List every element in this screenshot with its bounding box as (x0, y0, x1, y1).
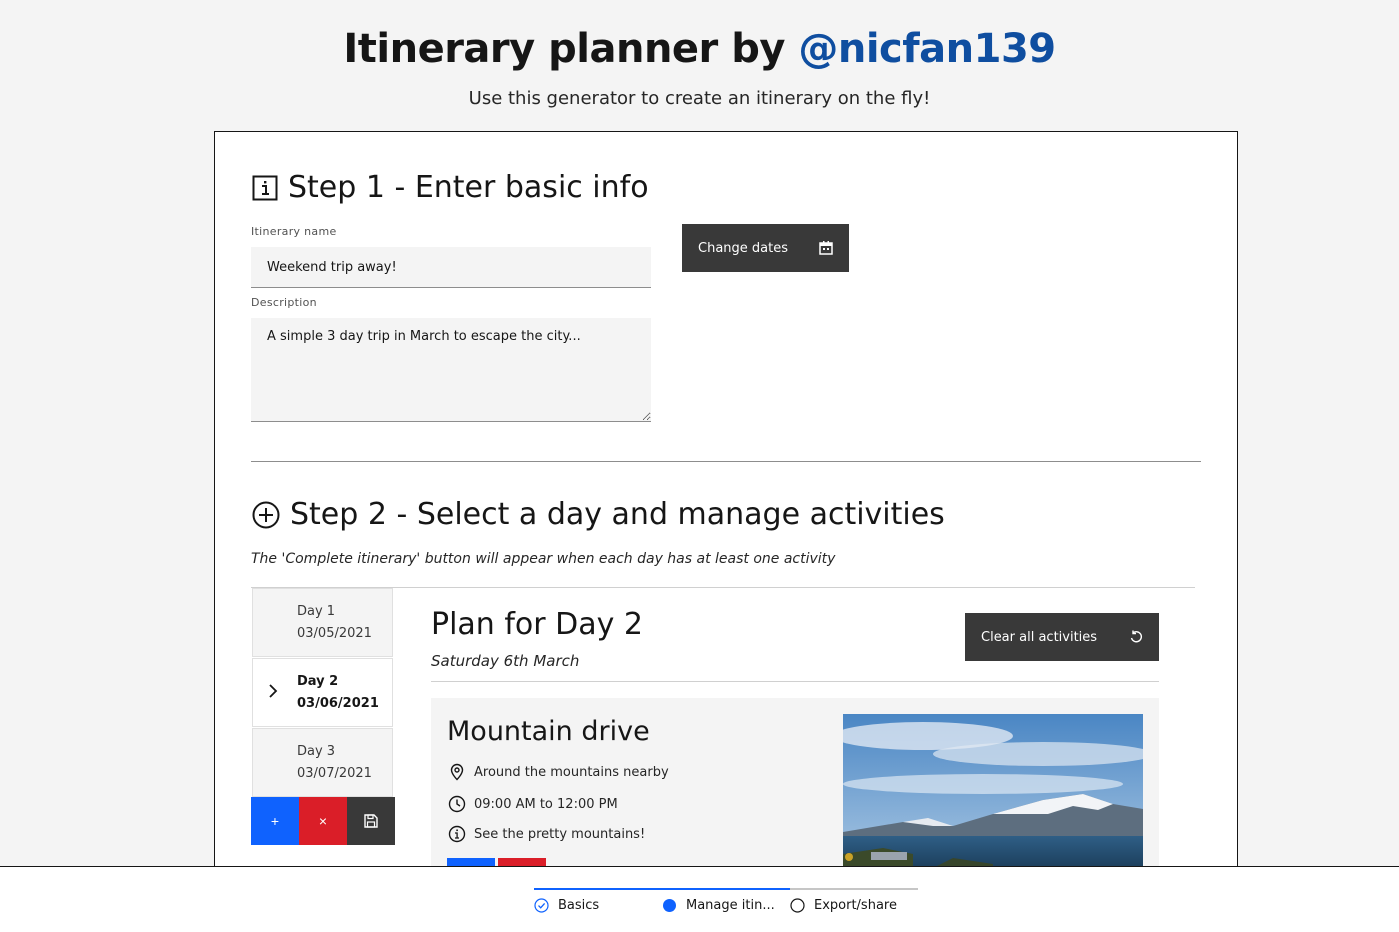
author-link[interactable]: @nicfan139 (798, 26, 1056, 72)
activity-title: Mountain drive (447, 716, 650, 747)
day-tab-date: 03/07/2021 (297, 766, 372, 781)
itinerary-name-input[interactable] (251, 247, 651, 288)
section-divider (251, 461, 1201, 462)
progress-step-export[interactable]: Export/share (790, 898, 897, 913)
day-tab-label: Day 2 (297, 674, 339, 689)
clear-activities-button[interactable]: Clear all activities (965, 613, 1159, 661)
activity-photo (843, 714, 1143, 868)
progress-step-basics[interactable]: Basics (534, 898, 599, 913)
description-label: Description (251, 296, 317, 309)
step1-heading: Step 1 - Enter basic info (252, 170, 649, 205)
step2-heading-text: Step 2 - Select a day and manage activit… (290, 497, 945, 532)
current-step-icon (663, 899, 676, 912)
activity-location-text: Around the mountains nearby (474, 764, 669, 780)
day-tab-1[interactable]: Day 1 03/05/2021 (252, 588, 393, 657)
day-tab-3[interactable]: Day 3 03/07/2021 (252, 728, 393, 797)
page-subtitle: Use this generator to create an itinerar… (468, 88, 931, 109)
progress-step-manage[interactable]: Manage itin... (662, 898, 775, 913)
progress-fill (534, 888, 790, 890)
itinerary-name-label: Itinerary name (251, 225, 337, 238)
activity-time: 09:00 AM to 12:00 PM (448, 795, 618, 813)
change-dates-button[interactable]: Change dates (682, 224, 849, 272)
plan-divider (431, 681, 1159, 682)
day-tab-2[interactable]: Day 2 03/06/2021 (252, 658, 393, 727)
activity-card: Mountain drive Around the mountains near… (431, 698, 1159, 868)
add-day-button[interactable]: + (251, 797, 299, 845)
progress-footer: Basics Manage itin... Export/share (0, 866, 1399, 932)
add-day-symbol: + (270, 813, 280, 829)
info-circle-icon (448, 825, 466, 843)
page-title: Itinerary planner by @nicfan139 (0, 24, 1399, 74)
incomplete-step-icon (790, 898, 805, 913)
save-icon (364, 814, 378, 828)
day-tab-date: 03/06/2021 (297, 696, 379, 711)
remove-day-button[interactable]: × (299, 797, 347, 845)
clear-activities-label: Clear all activities (981, 629, 1098, 645)
progress-step-label: Basics (558, 898, 600, 913)
step1-heading-text: Step 1 - Enter basic info (288, 170, 649, 205)
day-tab-label: Day 1 (297, 604, 336, 619)
change-dates-label: Change dates (698, 240, 788, 256)
plan-title: Plan for Day 2 (431, 607, 644, 642)
location-pin-icon (450, 763, 464, 781)
description-textarea[interactable]: A simple 3 day trip in March to escape t… (251, 318, 651, 422)
activity-notes-text: See the pretty mountains! (474, 826, 646, 842)
day-tab-date: 03/05/2021 (297, 626, 372, 641)
title-prefix: Itinerary planner by (343, 26, 799, 72)
complete-hint: The 'Complete itinerary' button will app… (251, 551, 836, 567)
add-circle-icon (252, 501, 280, 528)
day-tab-label: Day 3 (297, 744, 336, 759)
activity-notes: See the pretty mountains! (448, 825, 645, 843)
progress-step-label: Manage itin... (686, 898, 775, 913)
chevron-right-icon (269, 684, 278, 698)
info-icon (252, 175, 278, 200)
step2-heading: Step 2 - Select a day and manage activit… (252, 497, 945, 532)
calendar-icon (819, 241, 833, 255)
page-header: Itinerary planner by @nicfan139 Use this… (0, 24, 1399, 109)
checkmark-circle-icon (534, 898, 549, 913)
reset-icon (1130, 630, 1143, 643)
activity-location: Around the mountains nearby (448, 763, 669, 781)
remove-day-symbol: × (318, 813, 328, 829)
save-button[interactable] (347, 797, 395, 845)
progress-step-label: Export/share (814, 898, 897, 913)
activity-time-text: 09:00 AM to 12:00 PM (474, 796, 618, 812)
planner-card: Step 1 - Enter basic info Itinerary name… (214, 131, 1238, 891)
plan-date: Saturday 6th March (431, 652, 580, 670)
clock-icon (448, 795, 466, 813)
